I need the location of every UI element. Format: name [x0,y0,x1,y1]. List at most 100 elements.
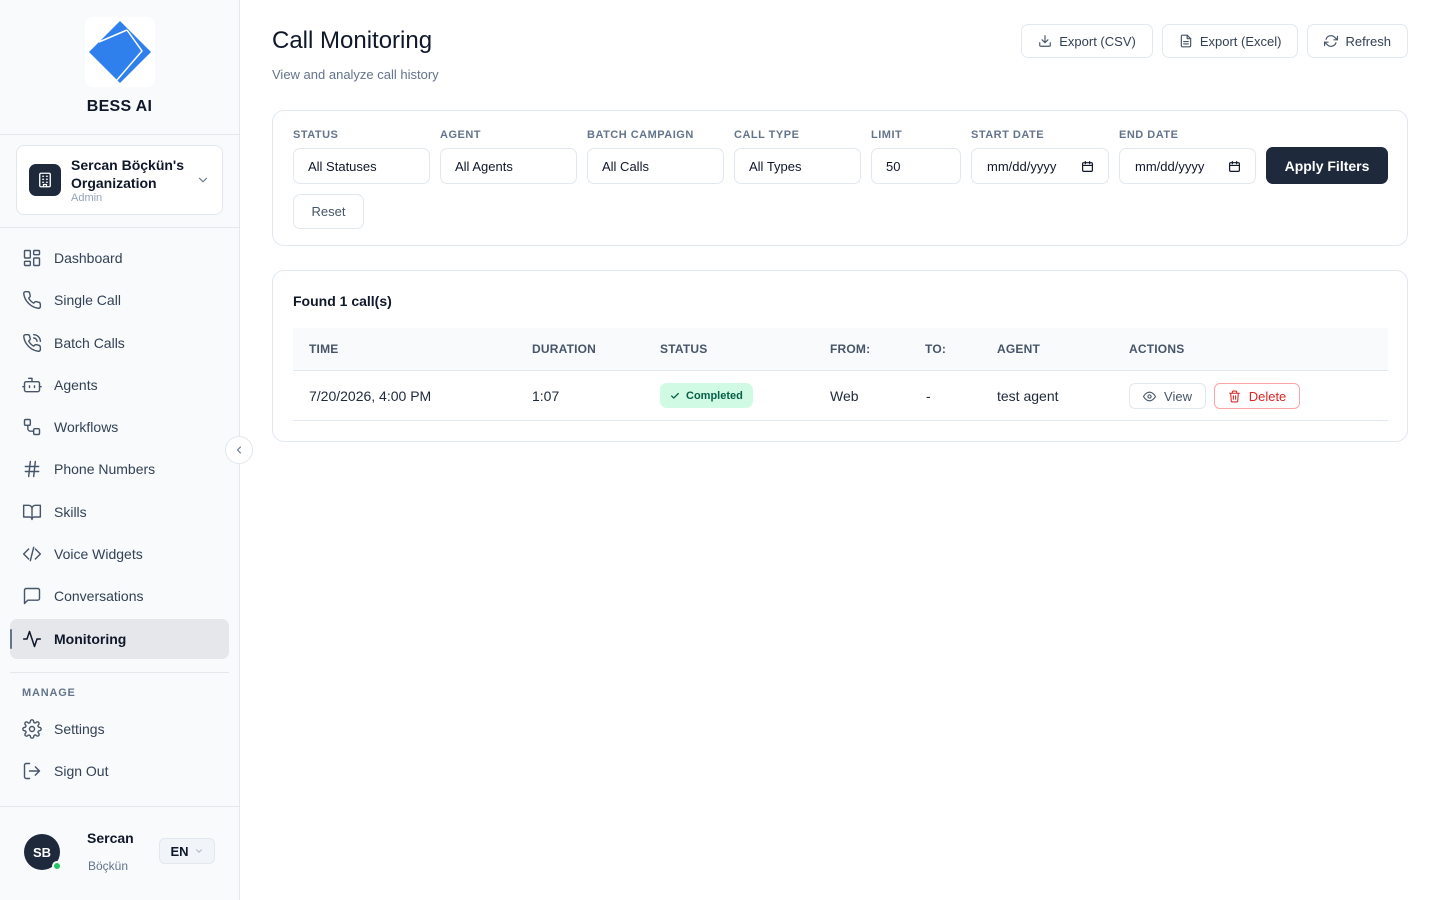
nav-item-single-call[interactable]: Single Call [10,280,229,320]
call-type-select[interactable]: All Types [734,148,861,184]
organization-switcher[interactable]: Sercan Böçkün's Organization Admin [16,145,223,215]
nav-label: Monitoring [54,630,127,647]
button-label: Refresh [1345,33,1391,49]
column-header-status[interactable]: STATUS [660,342,707,356]
nav-label: Voice Widgets [54,546,143,563]
view-button[interactable]: View [1129,383,1206,409]
apply-filters-button[interactable]: Apply Filters [1266,147,1388,184]
file-icon [1180,34,1192,48]
batch-campaign-filter: BATCH CAMPAIGN All Calls [587,129,724,184]
call-type-filter-label: CALL TYPE [734,129,800,141]
bot-icon [22,377,42,393]
export-csv-button[interactable]: Export (CSV) [1021,24,1153,58]
nav-label: Dashboard [54,250,123,266]
nav-item-workflows[interactable]: Workflows [10,407,229,447]
nav-label: Settings [54,721,105,737]
dashboard-icon [23,249,41,267]
nav-item-sign-out[interactable]: Sign Out [10,751,229,791]
book-icon [22,504,42,520]
table-row[interactable]: 7/20/2026, 4:00 PM 1:07 Completed Web - … [293,371,1388,421]
nav-label: Phone Numbers [54,461,156,478]
end-date-placeholder: mm/dd/yyyy [1135,158,1205,174]
nav-item-batch-calls[interactable]: Batch Calls [10,323,229,363]
column-header-agent[interactable]: AGENT [997,342,1040,356]
export-excel-button[interactable]: Export (Excel) [1161,24,1299,58]
download-icon [1039,35,1052,47]
column-header-from[interactable]: FROM: [830,342,870,356]
language-label: EN [170,843,189,859]
column-header-duration[interactable]: DURATION [532,342,596,356]
check-icon [671,392,679,399]
reset-filters-button[interactable]: Reset [293,194,364,229]
trash-icon [1228,390,1240,402]
nav-item-dashboard[interactable]: Dashboard [10,238,229,278]
nav-label: Agents [54,376,98,393]
page-subtitle: View and analyze call history [272,67,439,82]
batch-campaign-select[interactable]: All Calls [587,148,724,184]
divider [10,672,229,673]
page-title: Call Monitoring [272,27,433,54]
calendar-icon[interactable] [1228,160,1241,173]
nav-item-phone-numbers[interactable]: Phone Numbers [10,449,229,489]
brand-name: BESS AI [86,98,153,115]
gear-icon [22,719,42,739]
brand-header: BESS AI [0,0,239,135]
phone-icon [23,291,42,310]
building-icon [29,164,61,196]
diamond-logo-icon [88,21,151,83]
sign-out-icon [23,763,41,780]
end-date-filter-label: END DATE [1119,129,1179,141]
main-nav: Dashboard Single Call Batch Calls Agents… [10,238,229,661]
nav-item-agents[interactable]: Agents [10,365,229,405]
column-header-to[interactable]: TO: [925,342,946,356]
limit-input[interactable]: 50 [871,148,961,184]
nav-item-voice-widgets[interactable]: Voice Widgets [10,534,229,574]
start-date-placeholder: mm/dd/yyyy [987,158,1057,174]
nav-label: Single Call [54,292,121,309]
cell-time: 7/20/2026, 4:00 PM [309,388,432,404]
cell-to: - [926,388,931,404]
view-button-label: View [1164,388,1192,404]
divider [0,806,239,807]
status-filter-label: STATUS [293,129,339,141]
nav-item-settings[interactable]: Settings [10,709,229,749]
chevron-down-icon [195,849,202,853]
nav-label: Conversations [54,588,144,605]
brand-logo[interactable] [84,17,155,87]
hash-icon [24,461,40,478]
nav-item-conversations[interactable]: Conversations [10,576,229,616]
manage-section-label: MANAGE [22,687,76,699]
activity-icon [22,630,42,647]
delete-button-label: Delete [1248,388,1287,404]
refresh-button[interactable]: Refresh [1307,24,1408,58]
nav-label: Workflows [54,419,119,436]
cell-from: Web [830,388,859,404]
column-header-time[interactable]: TIME [309,342,338,356]
results-panel: Found 1 call(s) TIME DURATION STATUS FRO… [272,270,1408,442]
results-count: Found 1 call(s) [293,293,392,309]
nav-item-monitoring[interactable]: Monitoring [10,618,229,659]
online-status-dot [52,861,62,871]
chevron-down-icon [198,177,208,183]
user-profile: SB Sercan Böçkün EN [24,826,224,876]
delete-button[interactable]: Delete [1214,383,1300,409]
status-badge: Completed [660,383,753,408]
refresh-icon [1324,35,1339,47]
status-select[interactable]: All Statuses [293,148,430,184]
limit-filter: LIMIT 50 [871,129,961,184]
header-actions: Export (CSV) Export (Excel) Refresh [1021,24,1408,58]
language-selector[interactable]: EN [159,838,215,864]
nav-label: Batch Calls [54,334,125,351]
nav-item-skills[interactable]: Skills [10,492,229,532]
code-icon [22,546,42,562]
manage-nav: Settings Sign Out [10,709,229,794]
phone-outgoing-icon [23,333,42,352]
agent-select[interactable]: All Agents [440,148,577,184]
end-date-input[interactable]: mm/dd/yyyy [1119,148,1256,184]
start-date-input[interactable]: mm/dd/yyyy [971,148,1109,184]
agent-filter: AGENT All Agents [440,129,577,184]
calendar-icon[interactable] [1081,160,1094,173]
user-last-name: Böçkün [88,859,129,873]
sidebar-collapse-button[interactable] [225,436,253,464]
call-type-filter: CALL TYPE All Types [734,129,861,184]
